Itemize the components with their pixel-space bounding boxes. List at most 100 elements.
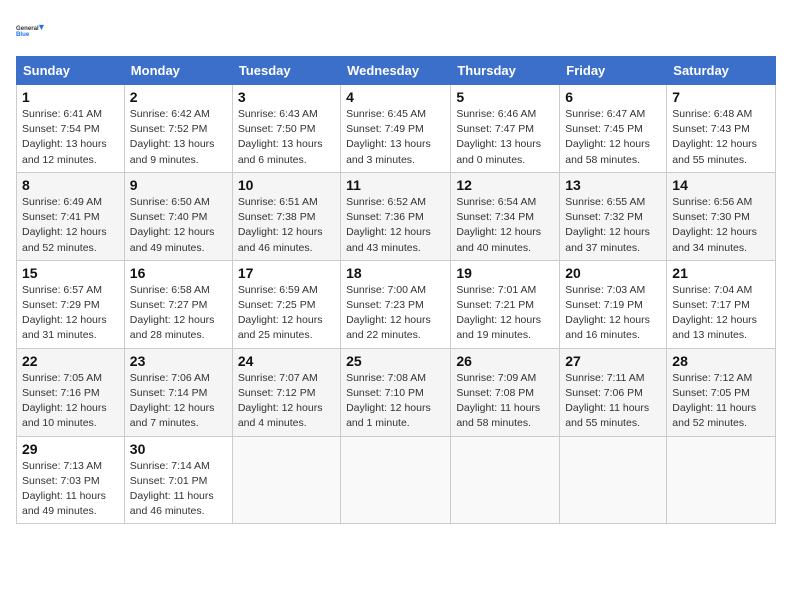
day-number: 23 [130, 353, 227, 369]
calendar-cell: 2 Sunrise: 6:42 AMSunset: 7:52 PMDaylight… [124, 85, 232, 173]
calendar-cell: 10 Sunrise: 6:51 AMSunset: 7:38 PMDayligh… [232, 172, 340, 260]
day-number: 13 [565, 177, 661, 193]
calendar-cell: 26 Sunrise: 7:09 AMSunset: 7:08 PMDayligh… [451, 348, 560, 436]
day-detail: Sunrise: 6:42 AMSunset: 7:52 PMDaylight:… [130, 107, 227, 168]
calendar-table: SundayMondayTuesdayWednesdayThursdayFrid… [16, 56, 776, 524]
calendar-cell: 11 Sunrise: 6:52 AMSunset: 7:36 PMDayligh… [341, 172, 451, 260]
calendar-cell: 13 Sunrise: 6:55 AMSunset: 7:32 PMDayligh… [560, 172, 667, 260]
day-detail: Sunrise: 6:49 AMSunset: 7:41 PMDaylight:… [22, 195, 119, 256]
calendar-cell [560, 436, 667, 524]
calendar-cell: 24 Sunrise: 7:07 AMSunset: 7:12 PMDayligh… [232, 348, 340, 436]
day-number: 27 [565, 353, 661, 369]
day-detail: Sunrise: 6:55 AMSunset: 7:32 PMDaylight:… [565, 195, 661, 256]
day-detail: Sunrise: 6:45 AMSunset: 7:49 PMDaylight:… [346, 107, 445, 168]
col-header-thursday: Thursday [451, 57, 560, 85]
calendar-cell: 5 Sunrise: 6:46 AMSunset: 7:47 PMDaylight… [451, 85, 560, 173]
day-detail: Sunrise: 7:14 AMSunset: 7:01 PMDaylight:… [130, 459, 227, 520]
day-detail: Sunrise: 6:57 AMSunset: 7:29 PMDaylight:… [22, 283, 119, 344]
calendar-cell [451, 436, 560, 524]
day-number: 20 [565, 265, 661, 281]
day-detail: Sunrise: 6:47 AMSunset: 7:45 PMDaylight:… [565, 107, 661, 168]
day-number: 12 [456, 177, 554, 193]
day-number: 1 [22, 89, 119, 105]
day-detail: Sunrise: 7:12 AMSunset: 7:05 PMDaylight:… [672, 371, 770, 432]
calendar-cell: 14 Sunrise: 6:56 AMSunset: 7:30 PMDayligh… [667, 172, 776, 260]
calendar-cell: 6 Sunrise: 6:47 AMSunset: 7:45 PMDaylight… [560, 85, 667, 173]
calendar-cell: 30Sunrise: 7:14 AMSunset: 7:01 PMDayligh… [124, 436, 232, 524]
day-number: 16 [130, 265, 227, 281]
day-detail: Sunrise: 6:59 AMSunset: 7:25 PMDaylight:… [238, 283, 335, 344]
day-detail: Sunrise: 6:48 AMSunset: 7:43 PMDaylight:… [672, 107, 770, 168]
day-number: 9 [130, 177, 227, 193]
calendar-cell: 27 Sunrise: 7:11 AMSunset: 7:06 PMDayligh… [560, 348, 667, 436]
calendar-cell: 23 Sunrise: 7:06 AMSunset: 7:14 PMDayligh… [124, 348, 232, 436]
day-detail: Sunrise: 6:50 AMSunset: 7:40 PMDaylight:… [130, 195, 227, 256]
day-detail: Sunrise: 6:54 AMSunset: 7:34 PMDaylight:… [456, 195, 554, 256]
day-detail: Sunrise: 7:05 AMSunset: 7:16 PMDaylight:… [22, 371, 119, 432]
day-detail: Sunrise: 7:06 AMSunset: 7:14 PMDaylight:… [130, 371, 227, 432]
day-number: 24 [238, 353, 335, 369]
calendar-cell: 16 Sunrise: 6:58 AMSunset: 7:27 PMDayligh… [124, 260, 232, 348]
col-header-monday: Monday [124, 57, 232, 85]
day-detail: Sunrise: 6:52 AMSunset: 7:36 PMDaylight:… [346, 195, 445, 256]
calendar-cell: 20 Sunrise: 7:03 AMSunset: 7:19 PMDayligh… [560, 260, 667, 348]
day-detail: Sunrise: 7:00 AMSunset: 7:23 PMDaylight:… [346, 283, 445, 344]
calendar-cell: 9 Sunrise: 6:50 AMSunset: 7:40 PMDaylight… [124, 172, 232, 260]
day-detail: Sunrise: 7:03 AMSunset: 7:19 PMDaylight:… [565, 283, 661, 344]
logo-icon: GeneralBlue [16, 16, 44, 44]
calendar-cell: 3 Sunrise: 6:43 AMSunset: 7:50 PMDaylight… [232, 85, 340, 173]
day-number: 22 [22, 353, 119, 369]
day-number: 26 [456, 353, 554, 369]
day-number: 2 [130, 89, 227, 105]
calendar-cell: 15Sunrise: 6:57 AMSunset: 7:29 PMDayligh… [17, 260, 125, 348]
calendar-cell: 21Sunrise: 7:04 AMSunset: 7:17 PMDayligh… [667, 260, 776, 348]
calendar-cell: 4 Sunrise: 6:45 AMSunset: 7:49 PMDaylight… [341, 85, 451, 173]
calendar-cell: 12 Sunrise: 6:54 AMSunset: 7:34 PMDayligh… [451, 172, 560, 260]
col-header-friday: Friday [560, 57, 667, 85]
day-detail: Sunrise: 7:08 AMSunset: 7:10 PMDaylight:… [346, 371, 445, 432]
calendar-cell [341, 436, 451, 524]
day-number: 11 [346, 177, 445, 193]
calendar-cell: 18 Sunrise: 7:00 AMSunset: 7:23 PMDayligh… [341, 260, 451, 348]
day-number: 25 [346, 353, 445, 369]
day-number: 7 [672, 89, 770, 105]
day-detail: Sunrise: 7:11 AMSunset: 7:06 PMDaylight:… [565, 371, 661, 432]
day-number: 5 [456, 89, 554, 105]
calendar-cell: 17Sunrise: 6:59 AMSunset: 7:25 PMDayligh… [232, 260, 340, 348]
day-number: 18 [346, 265, 445, 281]
day-detail: Sunrise: 6:43 AMSunset: 7:50 PMDaylight:… [238, 107, 335, 168]
calendar-cell: 29 Sunrise: 7:13 AMSunset: 7:03 PMDayligh… [17, 436, 125, 524]
day-number: 4 [346, 89, 445, 105]
page-header: GeneralBlue [16, 16, 776, 44]
day-detail: Sunrise: 7:07 AMSunset: 7:12 PMDaylight:… [238, 371, 335, 432]
day-number: 6 [565, 89, 661, 105]
day-detail: Sunrise: 6:41 AMSunset: 7:54 PMDaylight:… [22, 107, 119, 168]
day-number: 28 [672, 353, 770, 369]
day-detail: Sunrise: 7:01 AMSunset: 7:21 PMDaylight:… [456, 283, 554, 344]
day-detail: Sunrise: 6:51 AMSunset: 7:38 PMDaylight:… [238, 195, 335, 256]
day-number: 8 [22, 177, 119, 193]
col-header-saturday: Saturday [667, 57, 776, 85]
logo: GeneralBlue [16, 16, 44, 44]
day-detail: Sunrise: 6:46 AMSunset: 7:47 PMDaylight:… [456, 107, 554, 168]
day-detail: Sunrise: 6:58 AMSunset: 7:27 PMDaylight:… [130, 283, 227, 344]
calendar-cell: 25 Sunrise: 7:08 AMSunset: 7:10 PMDayligh… [341, 348, 451, 436]
day-number: 29 [22, 441, 119, 457]
day-detail: Sunrise: 7:04 AMSunset: 7:17 PMDaylight:… [672, 283, 770, 344]
calendar-cell: 22 Sunrise: 7:05 AMSunset: 7:16 PMDayligh… [17, 348, 125, 436]
calendar-cell [667, 436, 776, 524]
calendar-cell: 1 Sunrise: 6:41 AMSunset: 7:54 PMDaylight… [17, 85, 125, 173]
calendar-cell: 19 Sunrise: 7:01 AMSunset: 7:21 PMDayligh… [451, 260, 560, 348]
day-number: 10 [238, 177, 335, 193]
day-number: 19 [456, 265, 554, 281]
calendar-cell: 8 Sunrise: 6:49 AMSunset: 7:41 PMDaylight… [17, 172, 125, 260]
col-header-tuesday: Tuesday [232, 57, 340, 85]
svg-text:Blue: Blue [16, 31, 30, 38]
day-number: 14 [672, 177, 770, 193]
day-detail: Sunrise: 7:13 AMSunset: 7:03 PMDaylight:… [22, 459, 119, 520]
calendar-cell: 28 Sunrise: 7:12 AMSunset: 7:05 PMDayligh… [667, 348, 776, 436]
calendar-cell [232, 436, 340, 524]
day-number: 3 [238, 89, 335, 105]
day-detail: Sunrise: 7:09 AMSunset: 7:08 PMDaylight:… [456, 371, 554, 432]
day-detail: Sunrise: 6:56 AMSunset: 7:30 PMDaylight:… [672, 195, 770, 256]
